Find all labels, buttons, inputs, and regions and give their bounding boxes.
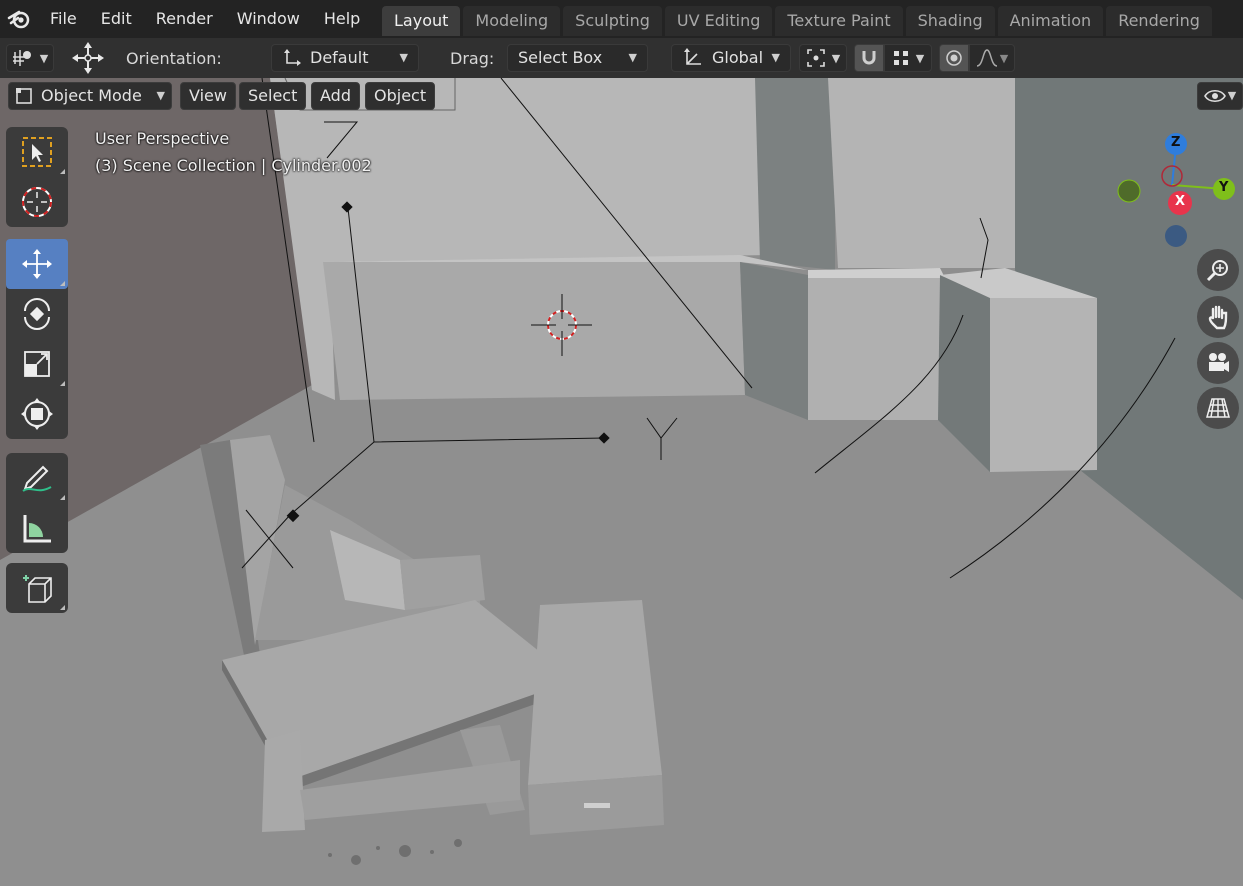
tool-settings-header: ▼ Orientation: Default ▼ Drag: Select Bo… [0,38,1243,79]
scale-tool[interactable] [6,339,68,389]
snap-target-dropdown[interactable]: ▼ [884,44,932,72]
transform-tool[interactable] [6,389,68,439]
move-icon [22,249,52,279]
toolbar-transform-group [6,239,68,439]
cursor-tool[interactable] [6,177,68,227]
hand-icon [1208,305,1228,330]
orientation-label: Orientation: [126,48,222,68]
toolbar-select-group [6,127,68,227]
proportional-icon [946,50,962,66]
annotate-tool[interactable] [6,453,68,503]
snap-grid-icon [893,51,908,65]
cursor-icon [22,187,52,217]
pivot-point-dropdown[interactable]: ▼ [799,44,847,72]
menu-edit[interactable]: Edit [89,0,144,38]
global-axes-icon [684,48,701,65]
view-menu[interactable]: View [180,82,236,110]
measure-icon [23,515,51,543]
move-tool[interactable] [6,239,68,289]
menu-window[interactable]: Window [225,0,312,38]
active-object-label: (3) Scene Collection | Cylinder.002 [95,156,372,175]
transform-orientation-dropdown[interactable]: Global ▼ [671,44,791,72]
gizmo-y-axis[interactable]: Y [1213,178,1235,200]
blender-logo-icon[interactable] [0,0,38,38]
falloff-curve-icon [976,49,997,67]
toolbar-annotate-group [6,453,68,553]
tab-modeling[interactable]: Modeling [463,6,561,36]
measure-tool[interactable] [6,503,68,553]
tab-texture-paint[interactable]: Texture Paint [775,6,903,36]
mode-dropdown[interactable]: Object Mode ▼ [8,82,172,110]
tab-shading[interactable]: Shading [905,6,995,36]
rotate-icon [24,298,50,330]
menu-file[interactable]: File [38,0,89,38]
3d-viewport[interactable]: Object Mode ▼ View Select Add Object ▼ U… [0,78,1243,886]
pivot-icon [806,49,825,67]
eye-icon [1203,89,1226,103]
mode-value: Object Mode [41,86,142,105]
orientation-icon [284,49,301,66]
menu-help[interactable]: Help [312,0,372,38]
zoom-icon [1206,260,1228,282]
object-mode-icon [16,88,32,104]
scene-render [0,78,1243,886]
gizmo-z-axis[interactable]: Z [1165,133,1187,155]
toolbar-add-group [6,563,68,613]
select-box-icon [22,137,52,167]
visibility-dropdown[interactable]: ▼ [1197,82,1243,110]
add-menu[interactable]: Add [311,82,360,110]
select-menu[interactable]: Select [239,82,307,110]
tab-sculpting[interactable]: Sculpting [563,6,662,36]
drag-value: Select Box [518,48,603,67]
add-cube-tool[interactable] [6,563,68,613]
tool-type-dropdown[interactable]: ▼ [6,44,54,72]
drag-dropdown[interactable]: Select Box ▼ [507,44,648,72]
tab-animation[interactable]: Animation [997,6,1104,36]
perspective-toggle-button[interactable] [1197,387,1239,429]
annotate-icon [22,465,52,492]
falloff-dropdown[interactable]: ▼ [969,44,1015,72]
add-cube-icon [23,575,52,603]
gizmo-x-axis[interactable]: X [1168,191,1192,215]
workspace-tabs: Layout Modeling Sculpting UV Editing Tex… [382,6,1212,36]
camera-view-button[interactable] [1197,342,1239,384]
pan-button[interactable] [1197,296,1239,338]
select-box-tool[interactable] [6,127,68,177]
scale-icon [24,351,50,377]
orientation-value: Default [310,48,369,67]
view-perspective-label: User Perspective [95,129,230,148]
tab-layout[interactable]: Layout [382,6,461,36]
zoom-button[interactable] [1197,249,1239,291]
tab-rendering[interactable]: Rendering [1106,6,1212,36]
transform-orientation-value: Global [712,48,764,67]
drag-label: Drag: [450,48,495,68]
orientation-dropdown[interactable]: Default ▼ [271,44,419,72]
top-bar: File Edit Render Window Help Layout Mode… [0,0,1243,38]
proportional-edit-toggle[interactable] [939,44,969,72]
tool-icon [12,50,31,66]
grid-icon [1206,398,1230,418]
snap-toggle[interactable] [854,44,884,72]
transform-icon [21,398,53,430]
move-gizmo-icon[interactable] [68,42,108,74]
rotate-tool[interactable] [6,289,68,339]
menu-render[interactable]: Render [144,0,225,38]
object-menu[interactable]: Object [365,82,436,110]
camera-icon [1209,353,1229,372]
tab-uv-editing[interactable]: UV Editing [664,6,773,36]
magnet-icon [862,51,876,65]
